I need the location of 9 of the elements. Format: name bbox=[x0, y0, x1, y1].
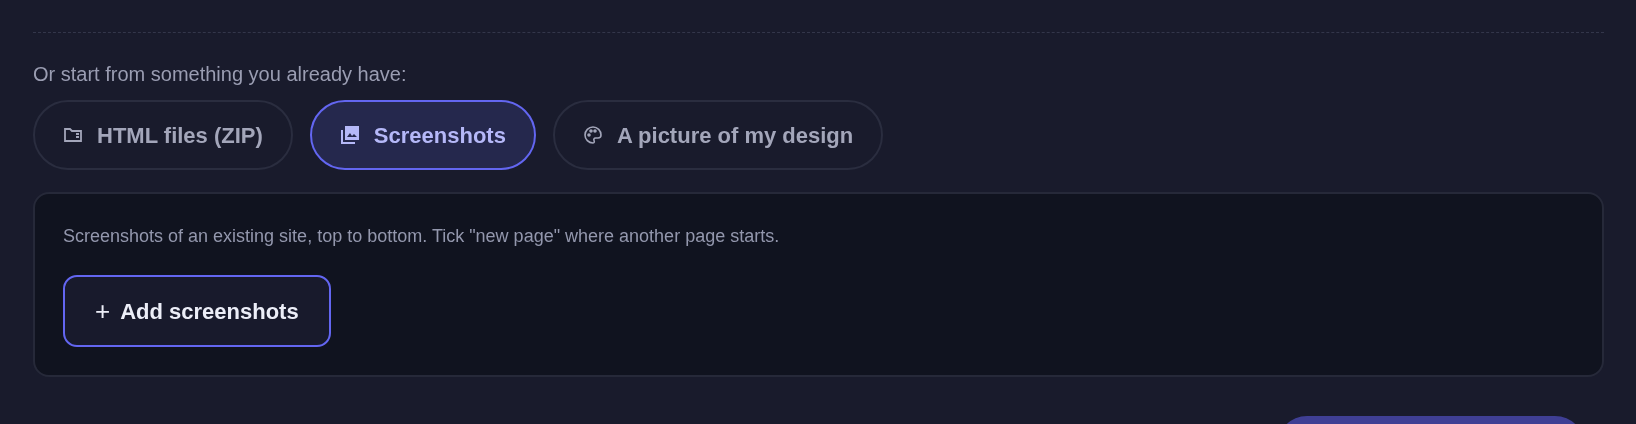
image-gallery-icon bbox=[339, 125, 360, 145]
add-screenshots-button[interactable]: + Add screenshots bbox=[63, 275, 331, 347]
panel-description: Screenshots of an existing site, top to bottom. Tick "new page" where another page starts. bbox=[63, 225, 781, 248]
source-tab[interactable]: A picture of my design bbox=[552, 100, 884, 170]
source-tab[interactable]: Screenshots bbox=[309, 100, 536, 170]
folder-icon bbox=[63, 126, 83, 144]
source-tab[interactable]: HTML files (ZIP) bbox=[33, 100, 293, 170]
section-prompt: Or start from something you already have: bbox=[33, 62, 408, 87]
palette-icon bbox=[582, 125, 603, 145]
